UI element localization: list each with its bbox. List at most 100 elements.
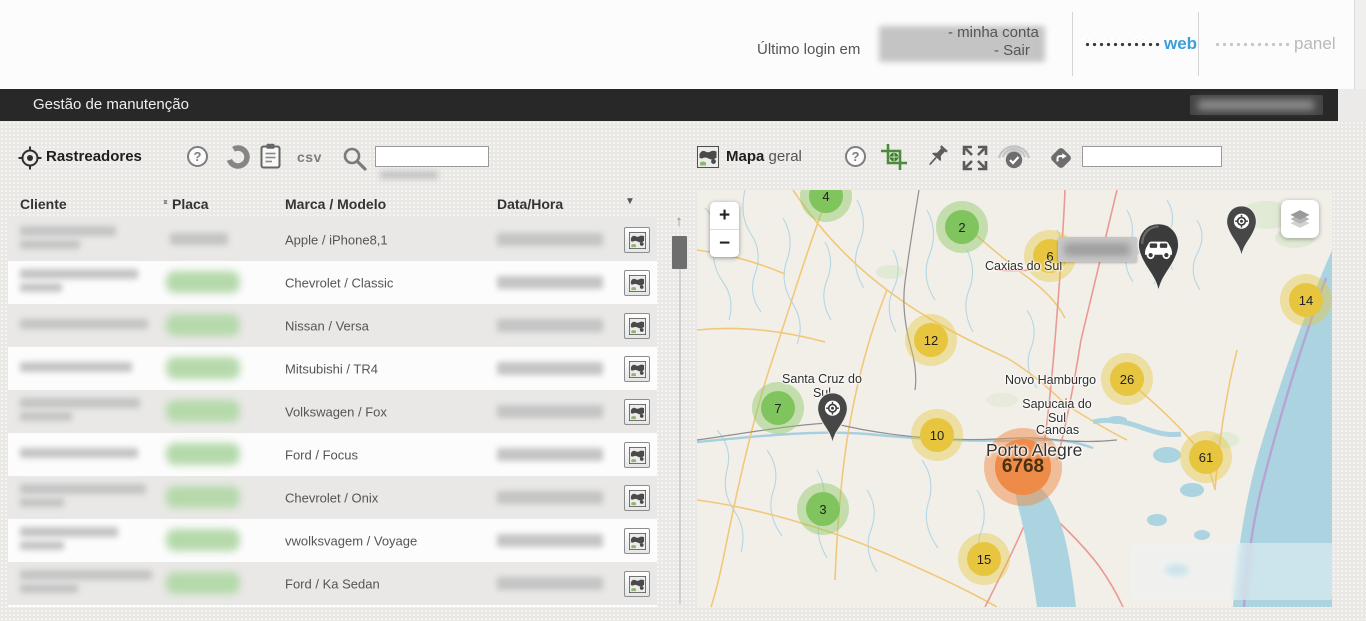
city-label: Porto Alegre — [986, 440, 1082, 460]
table-row[interactable]: Chevrolet / Classic — [8, 261, 657, 304]
col-marca-modelo: Marca / Modelo — [285, 196, 386, 212]
refresh-icon[interactable] — [225, 144, 251, 175]
table-row[interactable]: Volkswagen / Fox — [8, 390, 657, 433]
client-name-redacted — [20, 398, 140, 408]
col-placa[interactable]: Placa — [172, 196, 209, 212]
map-title-normal: geral — [769, 148, 802, 165]
map-cluster[interactable]: 15 — [967, 542, 1001, 576]
placa-badge-redacted — [166, 443, 240, 465]
brand-panel-logo[interactable]: panel — [1212, 34, 1336, 54]
radar-signal-icon[interactable] — [995, 139, 1033, 178]
client-name-redacted — [20, 269, 138, 279]
table-header: Cliente ▲▼ Placa Marca / Modelo Data/Hor… — [8, 192, 657, 218]
car-marker[interactable] — [1136, 222, 1181, 300]
zoom-in-button[interactable]: + — [710, 202, 739, 229]
pushpin-icon[interactable] — [925, 144, 951, 176]
placa-redacted — [170, 233, 228, 245]
scrollbar-track[interactable] — [679, 239, 681, 604]
row-map-button[interactable] — [624, 313, 650, 339]
map-search-input[interactable] — [1082, 146, 1222, 167]
location-marker[interactable] — [816, 392, 849, 450]
redacted-text — [1064, 243, 1130, 256]
csv-export-button[interactable]: csv — [297, 149, 322, 165]
page-edge — [1338, 89, 1366, 121]
brand-panel-redacted-mark — [1212, 39, 1290, 49]
map-title-bold: Mapa — [726, 148, 764, 165]
row-map-button[interactable] — [624, 528, 650, 554]
table-row[interactable]: Mitsubishi / TR4 — [8, 347, 657, 390]
location-marker[interactable] — [1225, 205, 1258, 263]
clipboard-report-icon[interactable] — [259, 143, 282, 175]
layers-button[interactable] — [1281, 200, 1319, 238]
marca-modelo: Chevrolet / Classic — [285, 275, 393, 290]
placa-badge-redacted — [166, 271, 240, 293]
logout-link[interactable]: - Sair — [994, 42, 1052, 60]
zoom-out-button[interactable]: − — [710, 229, 739, 257]
map-help-icon[interactable]: ? — [845, 146, 866, 167]
table-row[interactable]: Ford / Ka Sedan — [8, 562, 657, 605]
top-header: Último login em - minha conta - Sair web… — [0, 0, 1354, 89]
table-row[interactable]: vwolksvagem / Voyage — [8, 519, 657, 562]
row-map-button[interactable] — [624, 399, 650, 425]
table-row[interactable]: Ford / Focus — [8, 433, 657, 476]
client-name-redacted — [20, 412, 72, 421]
map-cluster[interactable]: 14 — [1289, 283, 1323, 317]
row-map-button[interactable] — [624, 571, 650, 597]
row-map-button[interactable] — [624, 356, 650, 382]
my-account-link[interactable]: - minha conta — [948, 24, 1052, 42]
marker-tooltip-redacted — [1058, 237, 1137, 262]
map-canvas[interactable]: Caxias do Sul Santa Cruz do Sul Novo Ham… — [697, 190, 1332, 607]
app-window: Último login em - minha conta - Sair web… — [0, 0, 1366, 621]
client-name-redacted — [20, 226, 116, 236]
client-name-redacted — [20, 240, 80, 249]
row-map-button[interactable] — [624, 442, 650, 468]
search-icon[interactable] — [341, 145, 368, 177]
city-label: Canoas — [1036, 423, 1079, 437]
titlebar-action-redacted[interactable] — [1190, 95, 1323, 115]
client-name-redacted — [20, 527, 118, 537]
map-cluster[interactable]: 10 — [920, 418, 954, 452]
scroll-up-icon[interactable]: ↑ — [669, 213, 689, 231]
trackers-table: Apple / iPhone8,1 Chevrolet / Classic Ni… — [8, 218, 657, 607]
navigation-icon[interactable] — [1048, 145, 1074, 176]
client-name-redacted — [20, 484, 146, 494]
last-login-label: Último login em — [757, 41, 860, 58]
city-label: Caxias do Sul — [985, 259, 1062, 273]
datetime-redacted — [497, 534, 603, 547]
row-map-button[interactable] — [624, 485, 650, 511]
map-cluster[interactable]: 3 — [806, 492, 840, 526]
brand-panel-label: panel — [1294, 34, 1336, 54]
sort-icon[interactable]: ▲▼ — [157, 196, 167, 202]
map-cluster[interactable]: 61 — [1189, 440, 1223, 474]
table-row[interactable]: Apple / iPhone8,1 — [8, 218, 657, 261]
brand-web-logo[interactable]: web — [1082, 34, 1197, 54]
brand-web-label: web — [1164, 34, 1197, 54]
placa-badge-redacted — [166, 357, 240, 379]
table-row[interactable]: Chevrolet / Onix — [8, 476, 657, 519]
expand-icon[interactable] — [961, 144, 989, 177]
header-divider — [1198, 12, 1199, 76]
row-map-button[interactable] — [624, 227, 650, 253]
target-icon — [18, 146, 42, 175]
client-name-redacted — [20, 498, 64, 507]
layers-icon — [1287, 206, 1313, 232]
crop-area-icon[interactable] — [879, 142, 909, 177]
map-cluster[interactable]: 2 — [945, 210, 979, 244]
trackers-help-icon[interactable]: ? — [187, 146, 208, 167]
filter-caret-icon[interactable]: ▼ — [625, 196, 635, 207]
redacted-text — [1198, 100, 1314, 110]
table-row[interactable]: Nissan / Versa — [8, 304, 657, 347]
module-titlebar: Gestão de manutenção — [0, 89, 1338, 121]
client-name-redacted — [20, 362, 132, 372]
placa-badge-redacted — [166, 400, 240, 422]
trackers-search-input[interactable] — [375, 146, 489, 167]
placa-badge-redacted — [166, 314, 240, 336]
scrollbar-thumb[interactable] — [672, 236, 687, 269]
trackers-panel-title: Rastreadores — [46, 148, 142, 165]
placa-badge-redacted — [166, 486, 240, 508]
map-attribution-redacted — [1130, 543, 1332, 600]
placa-badge-redacted — [166, 529, 240, 551]
map-cluster[interactable]: 12 — [914, 323, 948, 357]
row-map-button[interactable] — [624, 270, 650, 296]
map-cluster[interactable]: 26 — [1110, 362, 1144, 396]
